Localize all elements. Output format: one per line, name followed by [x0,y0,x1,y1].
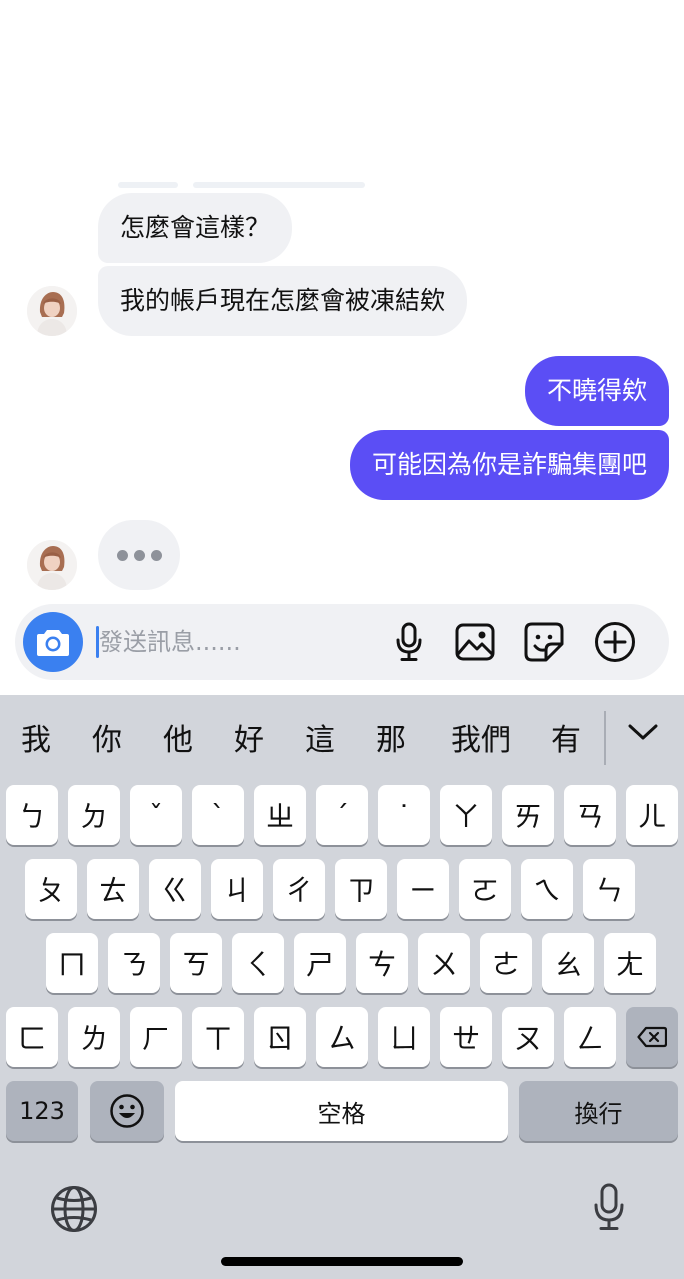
key[interactable]: ㄑ [232,933,284,993]
key[interactable]: ㄐ [211,859,263,919]
key[interactable]: ㄉ [68,785,120,845]
suggestion-word[interactable]: 有 [548,715,584,759]
faded-message-edge [118,182,178,188]
sticker-icon [524,622,564,662]
suggestion-word[interactable]: 好 [231,715,267,759]
key[interactable]: ㄝ [440,1007,492,1067]
key[interactable]: ㄨ [418,933,470,993]
key[interactable]: ㄣ [583,859,635,919]
message-composer [15,604,669,680]
delete-key[interactable] [626,1007,678,1067]
key[interactable]: ㄛ [459,859,511,919]
key[interactable]: ㄇ [46,933,98,993]
outgoing-message-bubble[interactable]: 可能因為你是詐騙集團吧 [349,430,669,500]
backspace-icon [637,1026,667,1048]
contact-avatar[interactable] [27,540,77,590]
key[interactable]: ㄍ [149,859,201,919]
key[interactable]: ㄟ [521,859,573,919]
typing-indicator [98,520,180,590]
key[interactable]: ㄚ [440,785,492,845]
space-key[interactable]: 空格 [175,1081,508,1141]
key[interactable]: ㄤ [604,933,656,993]
incoming-message-bubble[interactable]: 我的帳戶現在怎麼會被凍結欸 [98,266,468,336]
suggestion-bar: 我 你 他 好 這 那 我們 有 [0,695,684,785]
microphone-icon [396,622,422,661]
incoming-message-bubble[interactable]: 怎麼會這樣？ [98,193,293,263]
suggestion-word[interactable]: 那 [373,715,409,759]
image-icon [455,623,495,661]
key[interactable]: ˙ [378,785,430,845]
key[interactable]: ㄢ [564,785,616,845]
home-indicator [221,1257,463,1266]
key[interactable]: ㄓ [254,785,306,845]
message-text: 不曉得欸 [546,376,647,405]
camera-icon [37,630,69,656]
key[interactable]: ㄖ [254,1007,306,1067]
key[interactable]: ㄞ [502,785,554,845]
key[interactable]: ㄒ [192,1007,244,1067]
key[interactable]: ㄎ [170,933,222,993]
message-input[interactable] [99,622,369,662]
key[interactable]: ㄗ [335,859,387,919]
message-text: 可能因為你是詐騙集團吧 [371,450,647,479]
suggestion-word[interactable]: 你 [89,715,125,759]
chevron-down-icon[interactable] [626,721,660,743]
camera-button[interactable] [23,612,83,672]
globe-icon[interactable] [49,1184,99,1234]
typing-dot [133,549,145,561]
key[interactable]: ㄙ [316,1007,368,1067]
key[interactable]: ㄕ [294,933,346,993]
message-text: 怎麼會這樣？ [120,213,271,242]
key[interactable]: ㄆ [25,859,77,919]
return-key[interactable]: 換行 [519,1081,678,1141]
key[interactable]: ㄊ [87,859,139,919]
key[interactable]: ㄈ [6,1007,58,1067]
chat-thread: 怎麼會這樣？ 我的帳戶現在怎麼會被凍結欸 不曉得欸 可能因為你是詐騙集團吧 [0,0,684,695]
contact-avatar[interactable] [27,286,77,336]
microphone-button[interactable] [388,621,430,663]
numbers-key[interactable]: 123 [6,1081,78,1141]
emoji-icon [110,1094,144,1128]
faded-message-edge [193,182,365,188]
key[interactable]: ˊ [316,785,368,845]
key[interactable]: ㄋ [108,933,160,993]
message-text: 我的帳戶現在怎麼會被凍結欸 [120,286,446,315]
suggestion-divider [604,711,606,765]
gallery-button[interactable] [454,621,496,663]
key[interactable]: ㄔ [273,859,325,919]
key[interactable]: ㄅ [6,785,58,845]
suggestion-word[interactable]: 我們 [446,715,516,759]
add-button[interactable] [594,621,636,663]
emoji-key[interactable] [90,1081,164,1141]
suggestion-word[interactable]: 這 [302,715,338,759]
zhuyin-keyboard: 我 你 他 好 這 那 我們 有 ㄅ ㄉ ˇ ˋ ㄓ ˊ ˙ ㄚ ㄞ ㄢ ㄦ ㄆ… [0,695,684,1279]
key[interactable]: ㄦ [626,785,678,845]
typing-dot [150,549,162,561]
sticker-button[interactable] [523,621,565,663]
key[interactable]: ㄧ [397,859,449,919]
key[interactable]: ˇ [130,785,182,845]
add-icon [595,622,635,662]
typing-dot [116,549,128,561]
key[interactable]: ㄏ [130,1007,182,1067]
dictation-mic-icon[interactable] [592,1182,626,1232]
key[interactable]: ㄥ [564,1007,616,1067]
key[interactable]: ㄜ [480,933,532,993]
key[interactable]: ㄘ [356,933,408,993]
key[interactable]: ㄡ [502,1007,554,1067]
suggestion-word[interactable]: 他 [160,715,196,759]
outgoing-message-bubble[interactable]: 不曉得欸 [524,356,669,426]
key[interactable]: ㄩ [378,1007,430,1067]
key[interactable]: ˋ [192,785,244,845]
key[interactable]: ㄠ [542,933,594,993]
key[interactable]: ㄌ [68,1007,120,1067]
suggestion-word[interactable]: 我 [18,715,54,759]
